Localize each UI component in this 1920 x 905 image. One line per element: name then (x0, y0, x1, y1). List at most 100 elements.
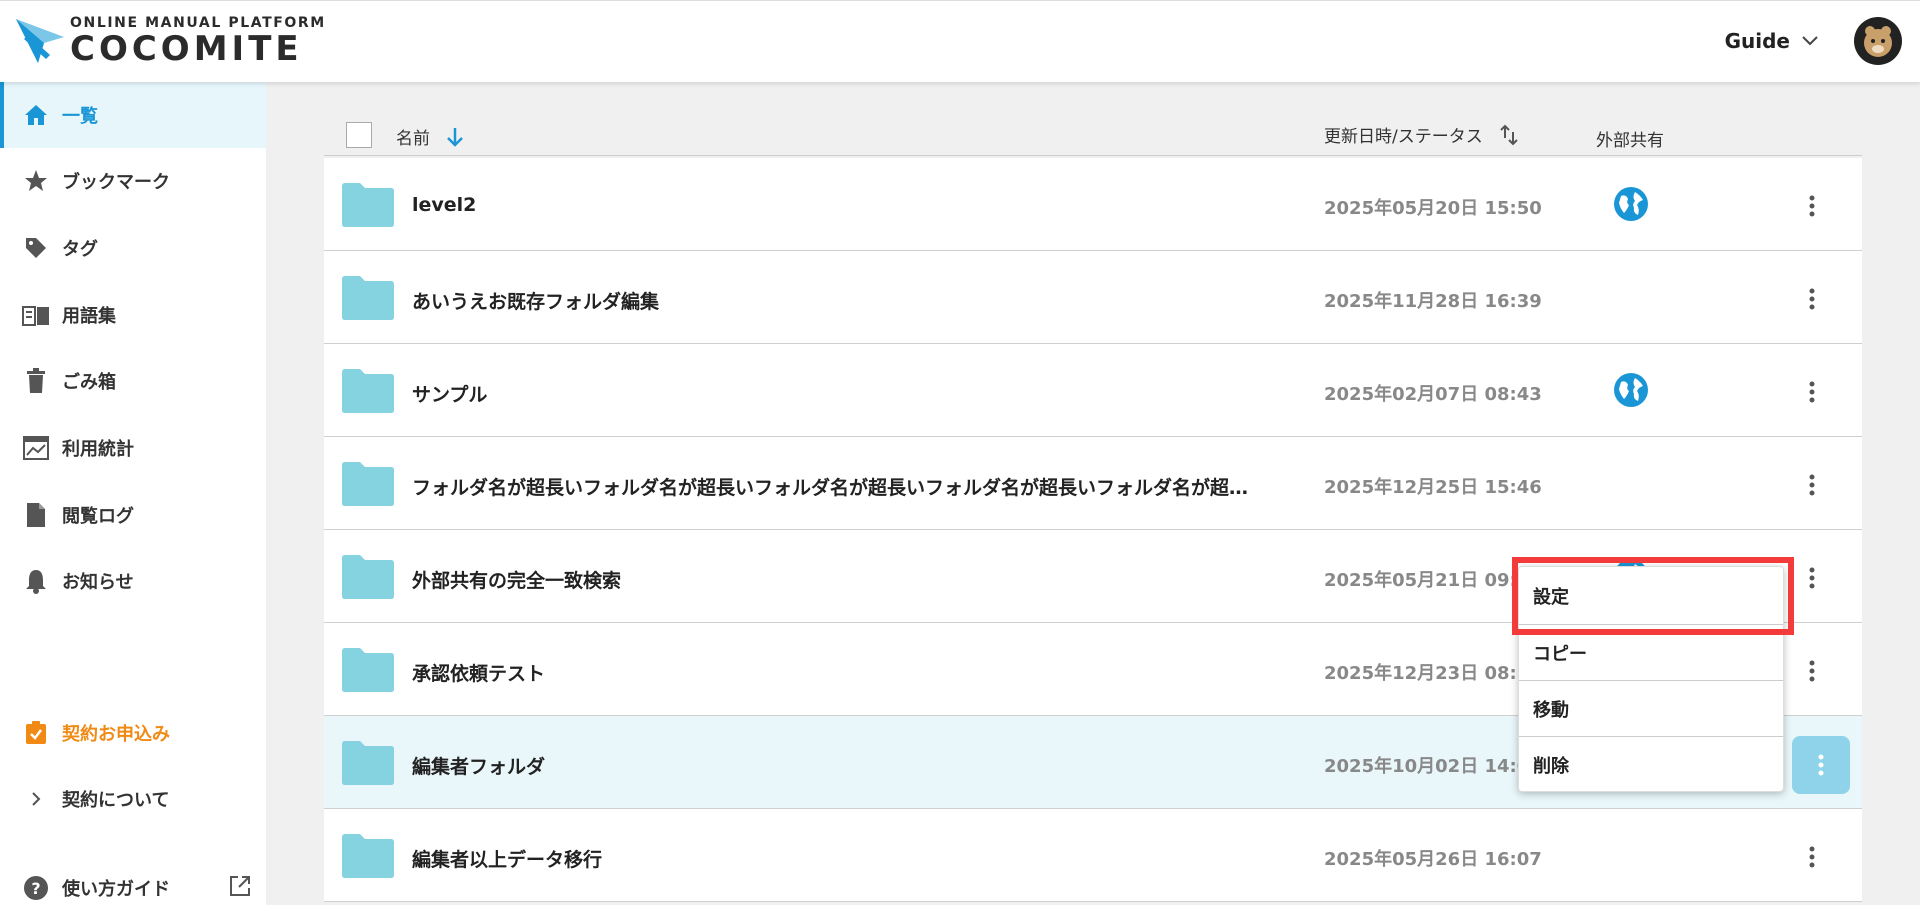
more-menu-button[interactable] (1792, 372, 1832, 412)
folder-name[interactable]: level2 (412, 194, 1252, 216)
chevron-down-icon (1802, 36, 1818, 46)
more-vertical-icon (1809, 195, 1815, 217)
folder-icon (342, 183, 394, 227)
globe-icon (1614, 373, 1648, 407)
folder-icon (342, 648, 394, 692)
more-vertical-icon (1818, 754, 1824, 776)
column-share-label: 外部共有 (1596, 131, 1664, 151)
folder-icon (342, 276, 394, 320)
sidebar-item-contract-apply[interactable]: 契約お申込み (0, 700, 266, 766)
more-menu-button[interactable] (1792, 558, 1832, 598)
list-header: 名前 更新日時/ステータス 外部共有 (324, 112, 1862, 156)
column-name-label: 名前 (396, 129, 430, 149)
sidebar-item-tag[interactable]: タグ (0, 215, 266, 281)
table-row[interactable]: あいうえお既存フォルダ編集 2025年11月28日 16:39 (324, 251, 1862, 344)
folder-name[interactable]: サンプル (412, 380, 1252, 407)
sidebar-item-label: 契約お申込み (62, 724, 170, 745)
more-menu-button[interactable] (1792, 465, 1832, 505)
sidebar-item-label: タグ (62, 239, 98, 260)
svg-text:?: ? (31, 879, 40, 898)
sidebar-item-label: ブックマーク (62, 172, 170, 193)
folder-name[interactable]: 外部共有の完全一致検索 (412, 566, 1252, 593)
chart-icon (22, 434, 50, 462)
sidebar-item-label: ごみ箱 (62, 372, 116, 393)
sidebar-item-glossary[interactable]: 用語集 (0, 282, 266, 348)
home-icon (22, 101, 50, 129)
context-menu: 設定 コピー 移動 削除 (1518, 566, 1784, 792)
folder-icon (342, 834, 394, 878)
help-icon: ? (22, 874, 50, 902)
folder-date: 2025年12月25日 15:46 (1324, 477, 1542, 498)
sidebar-item-label: 使い方ガイド (62, 879, 170, 900)
external-link-icon (228, 874, 252, 903)
bell-icon (22, 567, 50, 595)
more-vertical-icon (1809, 846, 1815, 868)
folder-name[interactable]: 承認依頼テスト (412, 659, 1252, 686)
arrow-down-icon (447, 127, 463, 147)
folder-icon (342, 555, 394, 599)
more-menu-button[interactable] (1792, 651, 1832, 691)
folder-name[interactable]: あいうえお既存フォルダ編集 (412, 287, 1252, 314)
star-icon (22, 167, 50, 195)
sidebar-item-notifications[interactable]: お知らせ (0, 548, 266, 614)
folder-icon (342, 462, 394, 506)
globe-icon (1614, 187, 1648, 221)
sidebar-item-label: 用語集 (62, 306, 116, 327)
sidebar-item-label: 閲覧ログ (62, 506, 134, 527)
more-vertical-icon (1809, 660, 1815, 682)
sidebar-item-stats[interactable]: 利用統計 (0, 415, 266, 481)
sidebar-item-label: 契約について (62, 790, 170, 811)
logo-title: COCOMITE (70, 29, 303, 69)
folder-date: 2025年05月21日 09:28 (1324, 570, 1542, 591)
column-date-sort[interactable]: 更新日時/ステータス (1324, 122, 1519, 147)
folder-date: 2025年05月26日 16:07 (1324, 849, 1542, 870)
document-icon (22, 501, 50, 529)
sidebar-item-guide[interactable]: ? 使い方ガイド (0, 855, 266, 905)
select-all-checkbox[interactable] (346, 122, 372, 148)
book-icon (22, 301, 50, 329)
trash-icon (22, 367, 50, 395)
table-row[interactable]: 編集者以上データ移行 2025年05月26日 16:07 (324, 809, 1862, 902)
more-vertical-icon (1809, 567, 1815, 589)
sidebar-item-trash[interactable]: ごみ箱 (0, 348, 266, 414)
avatar[interactable] (1854, 17, 1902, 65)
sidebar: 一覧 ブックマーク タグ 用語集 ごみ箱 利用統計 閲覧ログ お知らせ 契約お申… (0, 82, 266, 905)
menu-item-move[interactable]: 移動 (1519, 681, 1783, 737)
guide-dropdown[interactable]: Guide (1725, 29, 1818, 53)
sidebar-item-list[interactable]: 一覧 (0, 82, 266, 148)
sidebar-item-label: 利用統計 (62, 439, 134, 460)
sidebar-item-bookmark[interactable]: ブックマーク (0, 148, 266, 214)
clipboard-check-icon (22, 719, 50, 747)
more-menu-button[interactable] (1792, 837, 1832, 877)
chevron-right-icon (22, 785, 50, 813)
logo-arrow-icon (16, 19, 64, 63)
sidebar-item-label: 一覧 (62, 106, 98, 127)
more-vertical-icon (1809, 288, 1815, 310)
user-avatar-icon (1864, 26, 1892, 57)
menu-item-delete[interactable]: 削除 (1519, 737, 1783, 793)
folder-name[interactable]: 編集者フォルダ (412, 752, 1252, 779)
table-row[interactable]: サンプル 2025年02月07日 08:43 (324, 344, 1862, 437)
folder-date: 2025年11月28日 16:39 (1324, 291, 1542, 312)
sort-icon (1500, 124, 1518, 145)
more-menu-button[interactable] (1792, 279, 1832, 319)
menu-item-copy[interactable]: コピー (1519, 625, 1783, 681)
folder-date: 2025年12月23日 08:16 (1324, 663, 1542, 684)
more-menu-button[interactable] (1792, 186, 1832, 226)
app-header: ONLINE MANUAL PLATFORM COCOMITE Guide (0, 0, 1920, 82)
folder-date: 2025年10月02日 14:01 (1324, 756, 1542, 777)
more-vertical-icon (1809, 381, 1815, 403)
sidebar-item-contract-about[interactable]: 契約について (0, 766, 266, 832)
more-menu-button-active[interactable] (1792, 736, 1850, 794)
menu-item-settings[interactable]: 設定 (1519, 567, 1783, 625)
folder-icon (342, 741, 394, 785)
folder-name[interactable]: 編集者以上データ移行 (412, 845, 1252, 872)
cocomite-logo[interactable]: ONLINE MANUAL PLATFORM COCOMITE (14, 15, 326, 67)
column-name-sort[interactable]: 名前 (396, 124, 464, 149)
table-row[interactable]: level2 2025年05月20日 15:50 (324, 158, 1862, 251)
folder-icon (342, 369, 394, 413)
table-row[interactable]: フォルダ名が超長いフォルダ名が超長いフォルダ名が超長いフォルダ名が超長いフォルダ… (324, 437, 1862, 530)
sidebar-item-view-log[interactable]: 閲覧ログ (0, 482, 266, 548)
folder-name[interactable]: フォルダ名が超長いフォルダ名が超長いフォルダ名が超長いフォルダ名が超長いフォルダ… (412, 473, 1252, 500)
folder-date: 2025年05月20日 15:50 (1324, 198, 1542, 219)
